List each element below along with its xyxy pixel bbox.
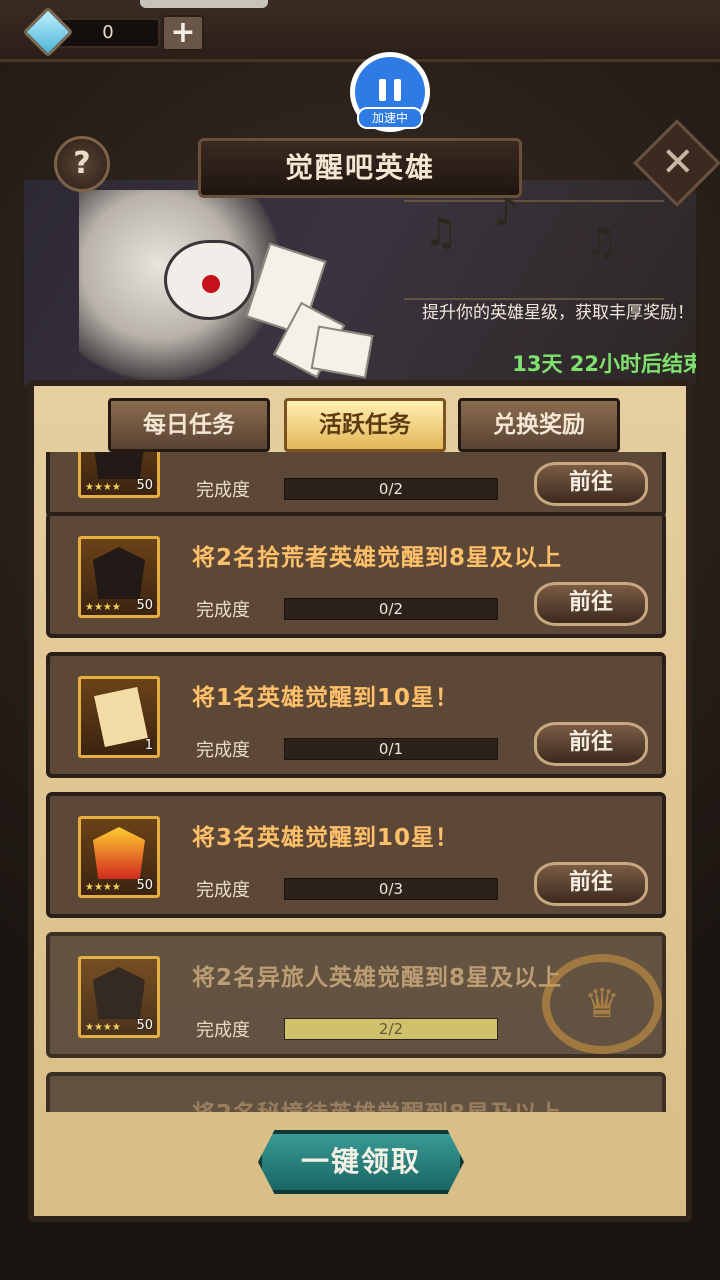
go-button[interactable]: 前往	[534, 722, 648, 766]
star-rating: ★★★★	[85, 482, 121, 493]
music-note-icon: ♫	[424, 210, 459, 254]
progress-value: 0/1	[378, 740, 404, 758]
tab-exchange-rewards[interactable]: 兑换奖励	[458, 398, 620, 452]
mask-icon	[93, 967, 145, 1019]
reward-count: 50	[136, 478, 153, 493]
task-title: 将2名异旅人英雄觉醒到8星及以上	[192, 965, 563, 991]
reward-count: 50	[136, 598, 153, 613]
banner-description: 提升你的英雄星级，获取丰厚奖励！	[422, 303, 694, 323]
reward-count: 50	[136, 1018, 153, 1033]
task-card-completed: ★★★★ 50 将2名异旅人英雄觉醒到8星及以上 完成度 2/2 ♛	[46, 932, 666, 1058]
mask-icon	[93, 547, 145, 599]
reward-item[interactable]: ★★★★ 50	[78, 452, 160, 498]
tab-bar: 每日任务 活跃任务 兑换奖励	[108, 398, 620, 452]
event-time-remaining: 13天 22小时后结束	[512, 352, 700, 376]
music-sheet	[310, 325, 374, 379]
star-rating: ★★★★	[85, 602, 121, 613]
red-mask-icon	[93, 827, 145, 879]
progress-bar: 0/2	[284, 598, 498, 620]
go-button[interactable]: 前往	[534, 462, 648, 506]
speed-status-badge: 加速中	[357, 107, 423, 129]
star-rating: ★★★★	[85, 882, 121, 893]
hero-eye	[202, 275, 220, 293]
progress-value: 0/2	[378, 600, 404, 618]
reward-item[interactable]: 1	[78, 676, 160, 758]
gem-icon	[22, 6, 74, 58]
mask-icon	[93, 452, 145, 479]
task-title: 将2名秘境徒英雄觉醒到8星及以上	[192, 1094, 562, 1112]
task-card: 将2名秘境徒英雄觉醒到8星及以上	[46, 1072, 666, 1112]
task-card: ★★★★ 50 将3名英雄觉醒到10星！ 完成度 0/3 前往	[46, 792, 666, 918]
resource-bar: 0 +	[0, 0, 720, 62]
scroll-icon	[94, 686, 148, 748]
progress-bar: 0/1	[284, 738, 498, 760]
progress-value: 0/3	[378, 880, 404, 898]
tab-active-tasks[interactable]: 活跃任务	[284, 398, 446, 452]
completed-stamp-icon: ♛	[542, 954, 662, 1054]
add-gems-button[interactable]: +	[162, 15, 204, 51]
music-note-icon: ♫	[584, 220, 619, 264]
progress-label: 完成度	[196, 600, 250, 621]
progress-bar: 0/3	[284, 878, 498, 900]
task-card: ★★★★ 50 完成度 0/2 前往	[46, 452, 666, 518]
reward-count: 50	[136, 878, 153, 893]
event-banner: ♫ ♪ ♫ 提升你的英雄星级，获取丰厚奖励！ 13天 22小时后结束	[20, 180, 700, 385]
go-button[interactable]: 前往	[534, 582, 648, 626]
progress-value: 0/2	[378, 480, 404, 498]
title-plate: 觉醒吧英雄	[198, 138, 522, 198]
page-title: 觉醒吧英雄	[284, 151, 435, 184]
reward-item[interactable]: ★★★★ 50	[78, 536, 160, 618]
task-title: 将2名拾荒者英雄觉醒到8星及以上	[192, 545, 563, 571]
reward-item[interactable]: ★★★★ 50	[78, 816, 160, 898]
help-button[interactable]: ?	[54, 136, 110, 192]
close-icon: ✕	[660, 139, 695, 186]
task-card: 1 将1名英雄觉醒到10星！ 完成度 0/1 前往	[46, 652, 666, 778]
progress-label: 完成度	[196, 480, 250, 501]
progress-label: 完成度	[196, 880, 250, 901]
task-title: 将1名英雄觉醒到10星！	[192, 685, 460, 711]
progress-bar: 0/2	[284, 478, 498, 500]
reward-count: 1	[144, 738, 153, 753]
game-screen: 0 + ♫ ♪ ♫ 提升你的英雄星级，获取丰厚奖励！ 13天 22小时后结束 觉…	[0, 0, 720, 1280]
progress-label: 完成度	[196, 1020, 250, 1041]
progress-label: 完成度	[196, 740, 250, 761]
pull-handle[interactable]	[140, 0, 268, 8]
task-list[interactable]: ★★★★ 50 完成度 0/2 前往 ★★★★ 50 将2名拾荒者英雄觉醒到8星…	[46, 452, 666, 1112]
reward-item[interactable]: ★★★★ 50	[78, 956, 160, 1038]
task-title: 将3名英雄觉醒到10星！	[192, 825, 460, 851]
claim-all-button[interactable]: 一键领取	[258, 1130, 464, 1194]
go-button[interactable]: 前往	[534, 862, 648, 906]
tab-daily-tasks[interactable]: 每日任务	[108, 398, 270, 452]
star-rating: ★★★★	[85, 1022, 121, 1033]
progress-value: 2/2	[378, 1020, 404, 1038]
task-card: ★★★★ 50 将2名拾荒者英雄觉醒到8星及以上 完成度 0/2 前往	[46, 512, 666, 638]
progress-bar: 2/2	[284, 1018, 498, 1040]
